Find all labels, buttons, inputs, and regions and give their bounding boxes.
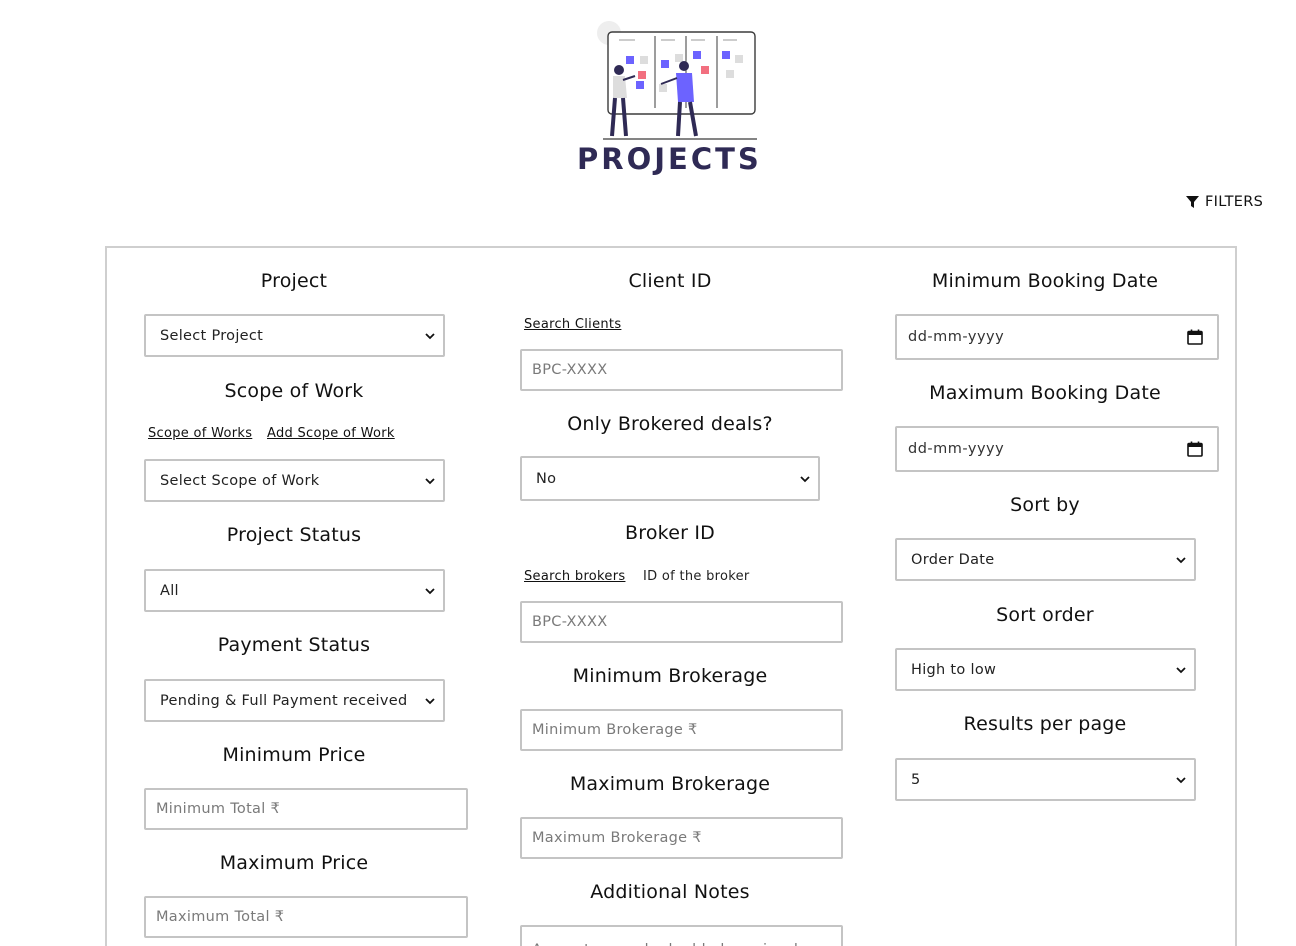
sort-order-value: High to low <box>911 661 997 678</box>
payment-status-label: Payment Status <box>217 634 371 656</box>
min-booking-date-label: Minimum Booking Date <box>931 270 1159 292</box>
filter-icon <box>1186 195 1199 208</box>
broker-id-label: Broker ID <box>625 522 715 544</box>
brokered-label: Only Brokered deals? <box>567 413 773 435</box>
sort-order-select[interactable]: High to low <box>895 648 1196 691</box>
max-brokerage-input[interactable] <box>520 817 843 859</box>
additional-notes-input[interactable] <box>520 925 843 946</box>
page-title: PROJECTS <box>577 142 762 176</box>
min-price-label: Minimum Price <box>222 744 366 766</box>
max-booking-date-input[interactable]: dd-mm-yyyy <box>895 426 1219 472</box>
project-select[interactable]: Select Project <box>144 314 445 357</box>
chevron-down-icon <box>1176 556 1186 563</box>
sort-by-label: Sort by <box>1010 494 1080 516</box>
sort-by-value: Order Date <box>911 551 995 568</box>
calendar-icon[interactable] <box>1187 329 1203 345</box>
results-per-page-select[interactable]: 5 <box>895 758 1196 801</box>
client-id-label: Client ID <box>628 270 712 292</box>
search-clients-link[interactable]: Search Clients <box>524 317 621 332</box>
min-price-input[interactable] <box>144 788 468 830</box>
brokered-select[interactable]: No <box>520 456 820 501</box>
max-brokerage-label: Maximum Brokerage <box>569 773 771 795</box>
chevron-down-icon <box>425 477 435 484</box>
payment-status-value: Pending & Full Payment received <box>160 692 408 709</box>
results-per-page-label: Results per page <box>963 713 1127 735</box>
team-kanban-illustration-icon <box>597 21 757 140</box>
max-booking-date-label: Maximum Booking Date <box>929 382 1161 404</box>
project-status-value: All <box>160 582 179 599</box>
min-booking-date-value: dd-mm-yyyy <box>908 329 1005 345</box>
max-price-label: Maximum Price <box>219 852 369 874</box>
chevron-down-icon <box>1176 776 1186 783</box>
project-select-value: Select Project <box>160 327 264 344</box>
chevron-down-icon <box>425 332 435 339</box>
chevron-down-icon <box>800 475 810 482</box>
min-booking-date-input[interactable]: dd-mm-yyyy <box>895 314 1219 360</box>
broker-id-hint: ID of the broker <box>643 569 750 584</box>
payment-status-select[interactable]: Pending & Full Payment received <box>144 679 445 722</box>
sort-order-label: Sort order <box>996 604 1094 626</box>
scope-select-value: Select Scope of Work <box>160 472 320 489</box>
client-id-input[interactable] <box>520 349 843 391</box>
calendar-icon[interactable] <box>1187 441 1203 457</box>
sort-by-select[interactable]: Order Date <box>895 538 1196 581</box>
chevron-down-icon <box>1176 666 1186 673</box>
search-brokers-link[interactable]: Search brokers <box>524 569 625 584</box>
broker-id-input[interactable] <box>520 601 843 643</box>
min-brokerage-label: Minimum Brokerage <box>572 665 768 687</box>
project-status-select[interactable]: All <box>144 569 445 612</box>
filters-label: FILTERS <box>1205 194 1264 210</box>
project-label: Project <box>260 270 328 292</box>
chevron-down-icon <box>425 697 435 704</box>
project-status-label: Project Status <box>226 524 362 546</box>
max-price-input[interactable] <box>144 896 468 938</box>
scope-select[interactable]: Select Scope of Work <box>144 459 445 502</box>
chevron-down-icon <box>425 587 435 594</box>
filters-button[interactable]: FILTERS <box>1186 194 1263 210</box>
brokered-select-value: No <box>536 470 557 487</box>
add-scope-of-work-link[interactable]: Add Scope of Work <box>267 426 395 441</box>
results-per-page-value: 5 <box>911 771 921 788</box>
scope-label: Scope of Work <box>224 380 364 402</box>
additional-notes-label: Additional Notes <box>590 881 750 903</box>
scope-of-works-link[interactable]: Scope of Works <box>148 426 252 441</box>
max-booking-date-value: dd-mm-yyyy <box>908 441 1005 457</box>
min-brokerage-input[interactable] <box>520 709 843 751</box>
